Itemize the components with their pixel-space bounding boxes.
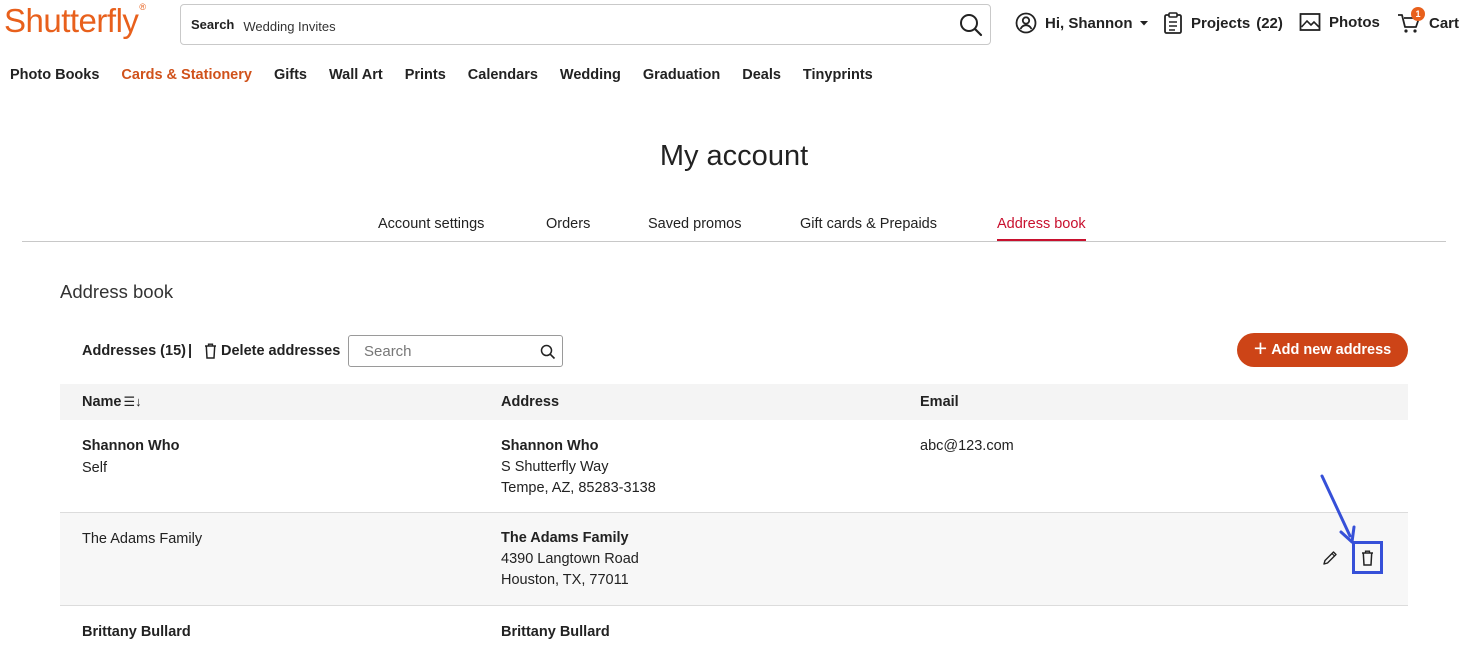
nav-wedding[interactable]: Wedding — [560, 67, 621, 83]
page-title: My account — [659, 140, 809, 172]
nav-prints[interactable]: Prints — [405, 67, 446, 83]
main-nav: Photo Books Cards & Stationery Gifts Wal… — [10, 67, 895, 83]
toolbar-separator: | — [188, 343, 193, 359]
site-search[interactable]: Search — [180, 4, 991, 45]
tab-saved-promos[interactable]: Saved promos — [648, 216, 742, 239]
add-new-address-button[interactable]: + Add new address — [1237, 333, 1408, 367]
table-row[interactable]: Brittany Bullard Brittany Bullard — [60, 606, 1408, 648]
tab-gift-cards[interactable]: Gift cards & Prepaids — [800, 216, 937, 239]
search-input[interactable] — [243, 19, 924, 34]
cart-label: Cart — [1429, 14, 1460, 32]
plus-icon: + — [1253, 335, 1268, 361]
table-header: Name ☰↓ Address Email — [60, 384, 1408, 420]
add-new-address-label: Add new address — [1271, 342, 1392, 358]
contact-name: The Adams Family — [82, 531, 203, 547]
account-tabs: Account settings Orders Saved promos Gif… — [22, 214, 1446, 242]
table-row[interactable]: Shannon Who Self Shannon Who S Shutterfl… — [60, 420, 1408, 513]
cart-badge: 1 — [1411, 7, 1425, 21]
cart-link[interactable]: 1 Cart — [1397, 7, 1460, 34]
clipboard-icon — [1164, 12, 1182, 34]
address-line1: S Shutterfly Way — [501, 459, 609, 475]
search-label: Search — [191, 17, 235, 32]
delete-addresses-label: Delete addresses — [221, 343, 341, 359]
contact-name: Shannon Who — [82, 438, 180, 454]
nav-gifts[interactable]: Gifts — [274, 67, 307, 83]
search-icon[interactable] — [958, 12, 984, 38]
trash-icon — [1362, 550, 1373, 566]
address-search-input[interactable] — [364, 343, 524, 360]
contact-name: Brittany Bullard — [82, 624, 191, 640]
chevron-down-icon — [1139, 21, 1148, 26]
edit-pencil-icon[interactable] — [1322, 550, 1338, 566]
tab-account-settings[interactable]: Account settings — [378, 216, 484, 239]
projects-link[interactable]: Projects (22) — [1163, 12, 1283, 34]
address-name: The Adams Family — [501, 530, 629, 546]
nav-photo-books[interactable]: Photo Books — [10, 67, 99, 83]
tab-address-book[interactable]: Address book — [997, 216, 1086, 241]
address-count: Addresses (15) — [82, 343, 186, 359]
sort-icon[interactable]: ☰↓ — [124, 394, 142, 409]
photo-icon — [1299, 13, 1321, 31]
table-row[interactable]: The Adams Family The Adams Family 4390 L… — [60, 513, 1408, 606]
address-name: Brittany Bullard — [501, 624, 610, 640]
nav-cards-stationery[interactable]: Cards & Stationery — [121, 67, 252, 83]
nav-deals[interactable]: Deals — [742, 67, 781, 83]
address-search[interactable] — [348, 335, 563, 367]
trash-icon — [205, 343, 216, 359]
photos-link[interactable]: Photos — [1299, 12, 1380, 32]
user-icon — [1015, 12, 1037, 34]
nav-calendars[interactable]: Calendars — [468, 67, 538, 83]
nav-graduation[interactable]: Graduation — [643, 67, 720, 83]
contact-relation: Self — [82, 460, 107, 476]
photos-label: Photos — [1329, 13, 1380, 31]
address-line2: Houston, TX, 77011 — [501, 572, 629, 588]
nav-wall-art[interactable]: Wall Art — [329, 67, 383, 83]
column-email-header: Email — [920, 394, 959, 410]
section-title: Address book — [60, 281, 174, 302]
search-icon[interactable] — [540, 344, 556, 360]
greeting-text: Hi, Shannon — [1045, 14, 1133, 32]
address-line1: 4390 Langtown Road — [501, 551, 639, 567]
address-line2: Tempe, AZ, 85283-3138 — [501, 480, 656, 496]
column-name-header[interactable]: Name ☰↓ — [82, 394, 142, 410]
projects-count: (22) — [1256, 14, 1283, 32]
address-name: Shannon Who — [501, 438, 599, 454]
contact-email: abc@123.com — [920, 438, 1014, 454]
annotation-arrow — [1320, 474, 1356, 544]
tab-orders[interactable]: Orders — [546, 216, 590, 239]
delete-addresses-button[interactable]: Delete addresses — [204, 343, 340, 359]
column-address-header: Address — [501, 394, 560, 410]
projects-label: Projects — [1191, 14, 1251, 32]
nav-tinyprints[interactable]: Tinyprints — [803, 67, 873, 83]
account-menu[interactable]: Hi, Shannon — [1015, 12, 1149, 34]
shutterfly-logo[interactable]: Shutterfly® — [4, 2, 146, 40]
